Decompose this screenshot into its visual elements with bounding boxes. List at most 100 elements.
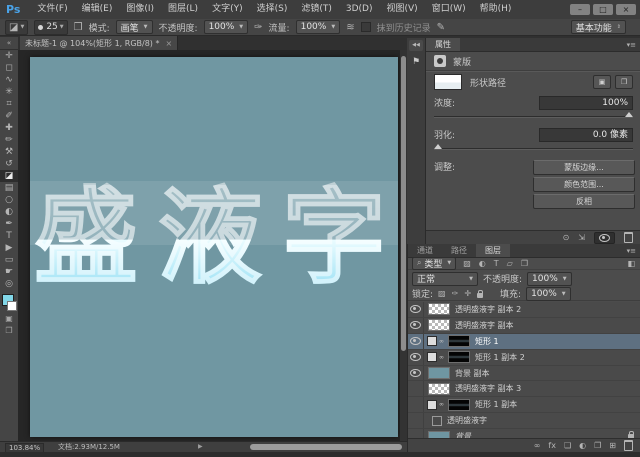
workspace-switcher[interactable]: 基本功能 ⇕ [571,20,626,34]
eraser-tool[interactable]: ◪ [0,170,18,182]
layer-thumbnail[interactable] [428,319,450,331]
history-panel-icon[interactable]: ⚑ [407,55,425,69]
blur-tool[interactable]: ○ [0,194,18,206]
maximize-button[interactable]: □ [593,4,613,15]
document-canvas[interactable]: 盛液字 [30,57,398,437]
erase-to-history-checkbox[interactable] [361,22,371,32]
smart-object-filter-icon[interactable]: ❐ [521,259,528,268]
layer-thumbnail[interactable] [448,335,470,347]
layer-row[interactable]: 透明盛液字 副本 3 [408,381,640,397]
layer-row[interactable]: 背景 [408,429,640,438]
menu-item[interactable]: 选择(S) [250,4,295,14]
visibility-toggle[interactable] [408,318,424,333]
close-button[interactable]: × [616,4,636,15]
visibility-toggle[interactable] [408,381,424,396]
layer-style-icon[interactable]: fx [548,441,556,450]
marquee-tool[interactable]: ◻ [0,62,18,74]
panel-menu-icon[interactable]: ▾≡ [627,247,636,255]
gradient-tool[interactable]: ▤ [0,182,18,194]
layer-thumbnail[interactable] [432,416,442,426]
document-tab[interactable]: 未标题-1 @ 104%(矩形 1, RGB/8) * × [20,36,178,50]
move-tool[interactable]: ✛ [0,50,18,62]
blend-mode-dropdown[interactable]: 正常 ▼ [412,272,478,286]
zoom-tool[interactable]: ◎ [0,278,18,290]
layers-opacity-dropdown[interactable]: 100% ▼ [527,272,572,286]
clone-stamp-tool[interactable]: ⚒ [0,146,18,158]
layer-thumbnail[interactable] [448,351,470,363]
tab-paths[interactable]: 路径 [442,244,476,257]
path-selection-tool[interactable]: ▶ [0,242,18,254]
pen-pressure-opacity-icon[interactable]: ✑ [254,22,262,33]
filtering-toggle-icon[interactable]: ◧ [627,259,635,268]
lock-position-icon[interactable]: ✛ [464,289,471,298]
layer-thumbnail[interactable] [428,383,450,395]
layer-row[interactable]: ∞矩形 1 副本 [408,397,640,413]
horizontal-scrollbar-thumb[interactable] [250,444,402,450]
menu-item[interactable]: 图像(I) [119,4,161,14]
toggle-mask-eye-icon[interactable] [599,234,610,242]
load-selection-icon[interactable]: ⊙ [563,233,570,243]
menu-item[interactable]: 图层(L) [161,4,205,14]
dodge-tool[interactable]: ◐ [0,206,18,218]
opacity-dropdown[interactable]: 100% ▼ [204,20,249,34]
layer-row[interactable]: 透明盛液字 副本 [408,318,640,334]
healing-brush-tool[interactable]: ✚ [0,122,18,134]
color-range-button[interactable]: 颜色范围... [533,177,635,192]
vertical-scrollbar-thumb[interactable] [401,56,406,351]
visibility-toggle[interactable] [408,366,424,381]
history-brush-tool[interactable]: ↺ [0,158,18,170]
delete-mask-icon[interactable] [624,232,633,243]
current-tool-chip[interactable]: ◪ ▼ [5,20,28,35]
menu-item[interactable]: 窗口(W) [425,4,473,14]
lock-paint-icon[interactable]: ✑ [452,289,459,298]
lock-transparency-icon[interactable]: ▨ [438,289,446,298]
visibility-toggle[interactable] [408,350,424,365]
add-pixel-mask-button[interactable]: ▣ [593,75,611,89]
expand-panels-button[interactable]: ◀◀ [409,40,423,51]
menu-item[interactable]: 文件(F) [30,4,74,14]
lock-all-icon[interactable] [477,293,483,298]
tab-channels[interactable]: 通道 [408,244,442,257]
delete-layer-icon[interactable] [624,440,633,451]
density-slider[interactable] [434,116,633,118]
mask-thumbnail[interactable] [434,74,462,90]
density-slider-thumb[interactable] [625,112,633,117]
type-tool[interactable]: T [0,230,18,242]
panel-menu-icon[interactable]: ▾≡ [627,41,636,49]
vector-mask-thumbnail[interactable] [427,400,437,410]
feather-slider[interactable] [434,148,633,150]
visibility-toggle[interactable] [408,397,424,412]
visibility-toggle[interactable] [408,429,424,438]
link-layers-icon[interactable]: ∞ [534,441,541,450]
tab-layers[interactable]: 图层 [476,244,510,257]
feather-value[interactable]: 0.0 像素 [539,128,633,142]
layer-group-icon[interactable]: ❐ [594,441,601,450]
pixel-layers-filter-icon[interactable]: ▨ [463,259,471,268]
lasso-tool[interactable]: ∿ [0,74,18,86]
toolbar-collapse-button[interactable]: « [0,37,18,49]
filter-kind-dropdown[interactable]: ⌕ 类型 ▼ [412,257,456,270]
menu-item[interactable]: 视图(V) [380,4,425,14]
screen-mode-icon[interactable]: ❐ [0,325,18,337]
layer-thumbnail[interactable] [428,431,450,438]
adjustment-layer-icon[interactable]: ◐ [579,441,586,450]
type-layers-filter-icon[interactable]: T [494,259,499,268]
vector-mask-thumbnail[interactable] [427,336,437,346]
hand-tool[interactable]: ☛ [0,266,18,278]
close-tab-icon[interactable]: × [165,39,172,48]
visibility-toggle[interactable] [408,413,424,428]
mode-dropdown[interactable]: 画笔 ▼ [116,20,153,34]
layer-row[interactable]: 背景 副本 [408,366,640,382]
quick-selection-tool[interactable]: ✳ [0,86,18,98]
eyedropper-tool[interactable]: ✐ [0,110,18,122]
visibility-toggle[interactable] [408,334,424,349]
layer-row[interactable]: 透明盛液字 副本 2 [408,302,640,318]
background-color-swatch[interactable] [7,301,17,311]
layer-thumbnail[interactable] [448,399,470,411]
menu-item[interactable]: 文字(Y) [205,4,250,14]
toggle-brush-panel-icon[interactable]: ❒ [74,22,83,33]
feather-slider-thumb[interactable] [434,144,442,149]
airbrush-icon[interactable]: ≋ [346,22,354,33]
add-vector-mask-button[interactable]: ❒ [615,75,633,89]
add-mask-icon[interactable]: ❏ [564,441,571,450]
